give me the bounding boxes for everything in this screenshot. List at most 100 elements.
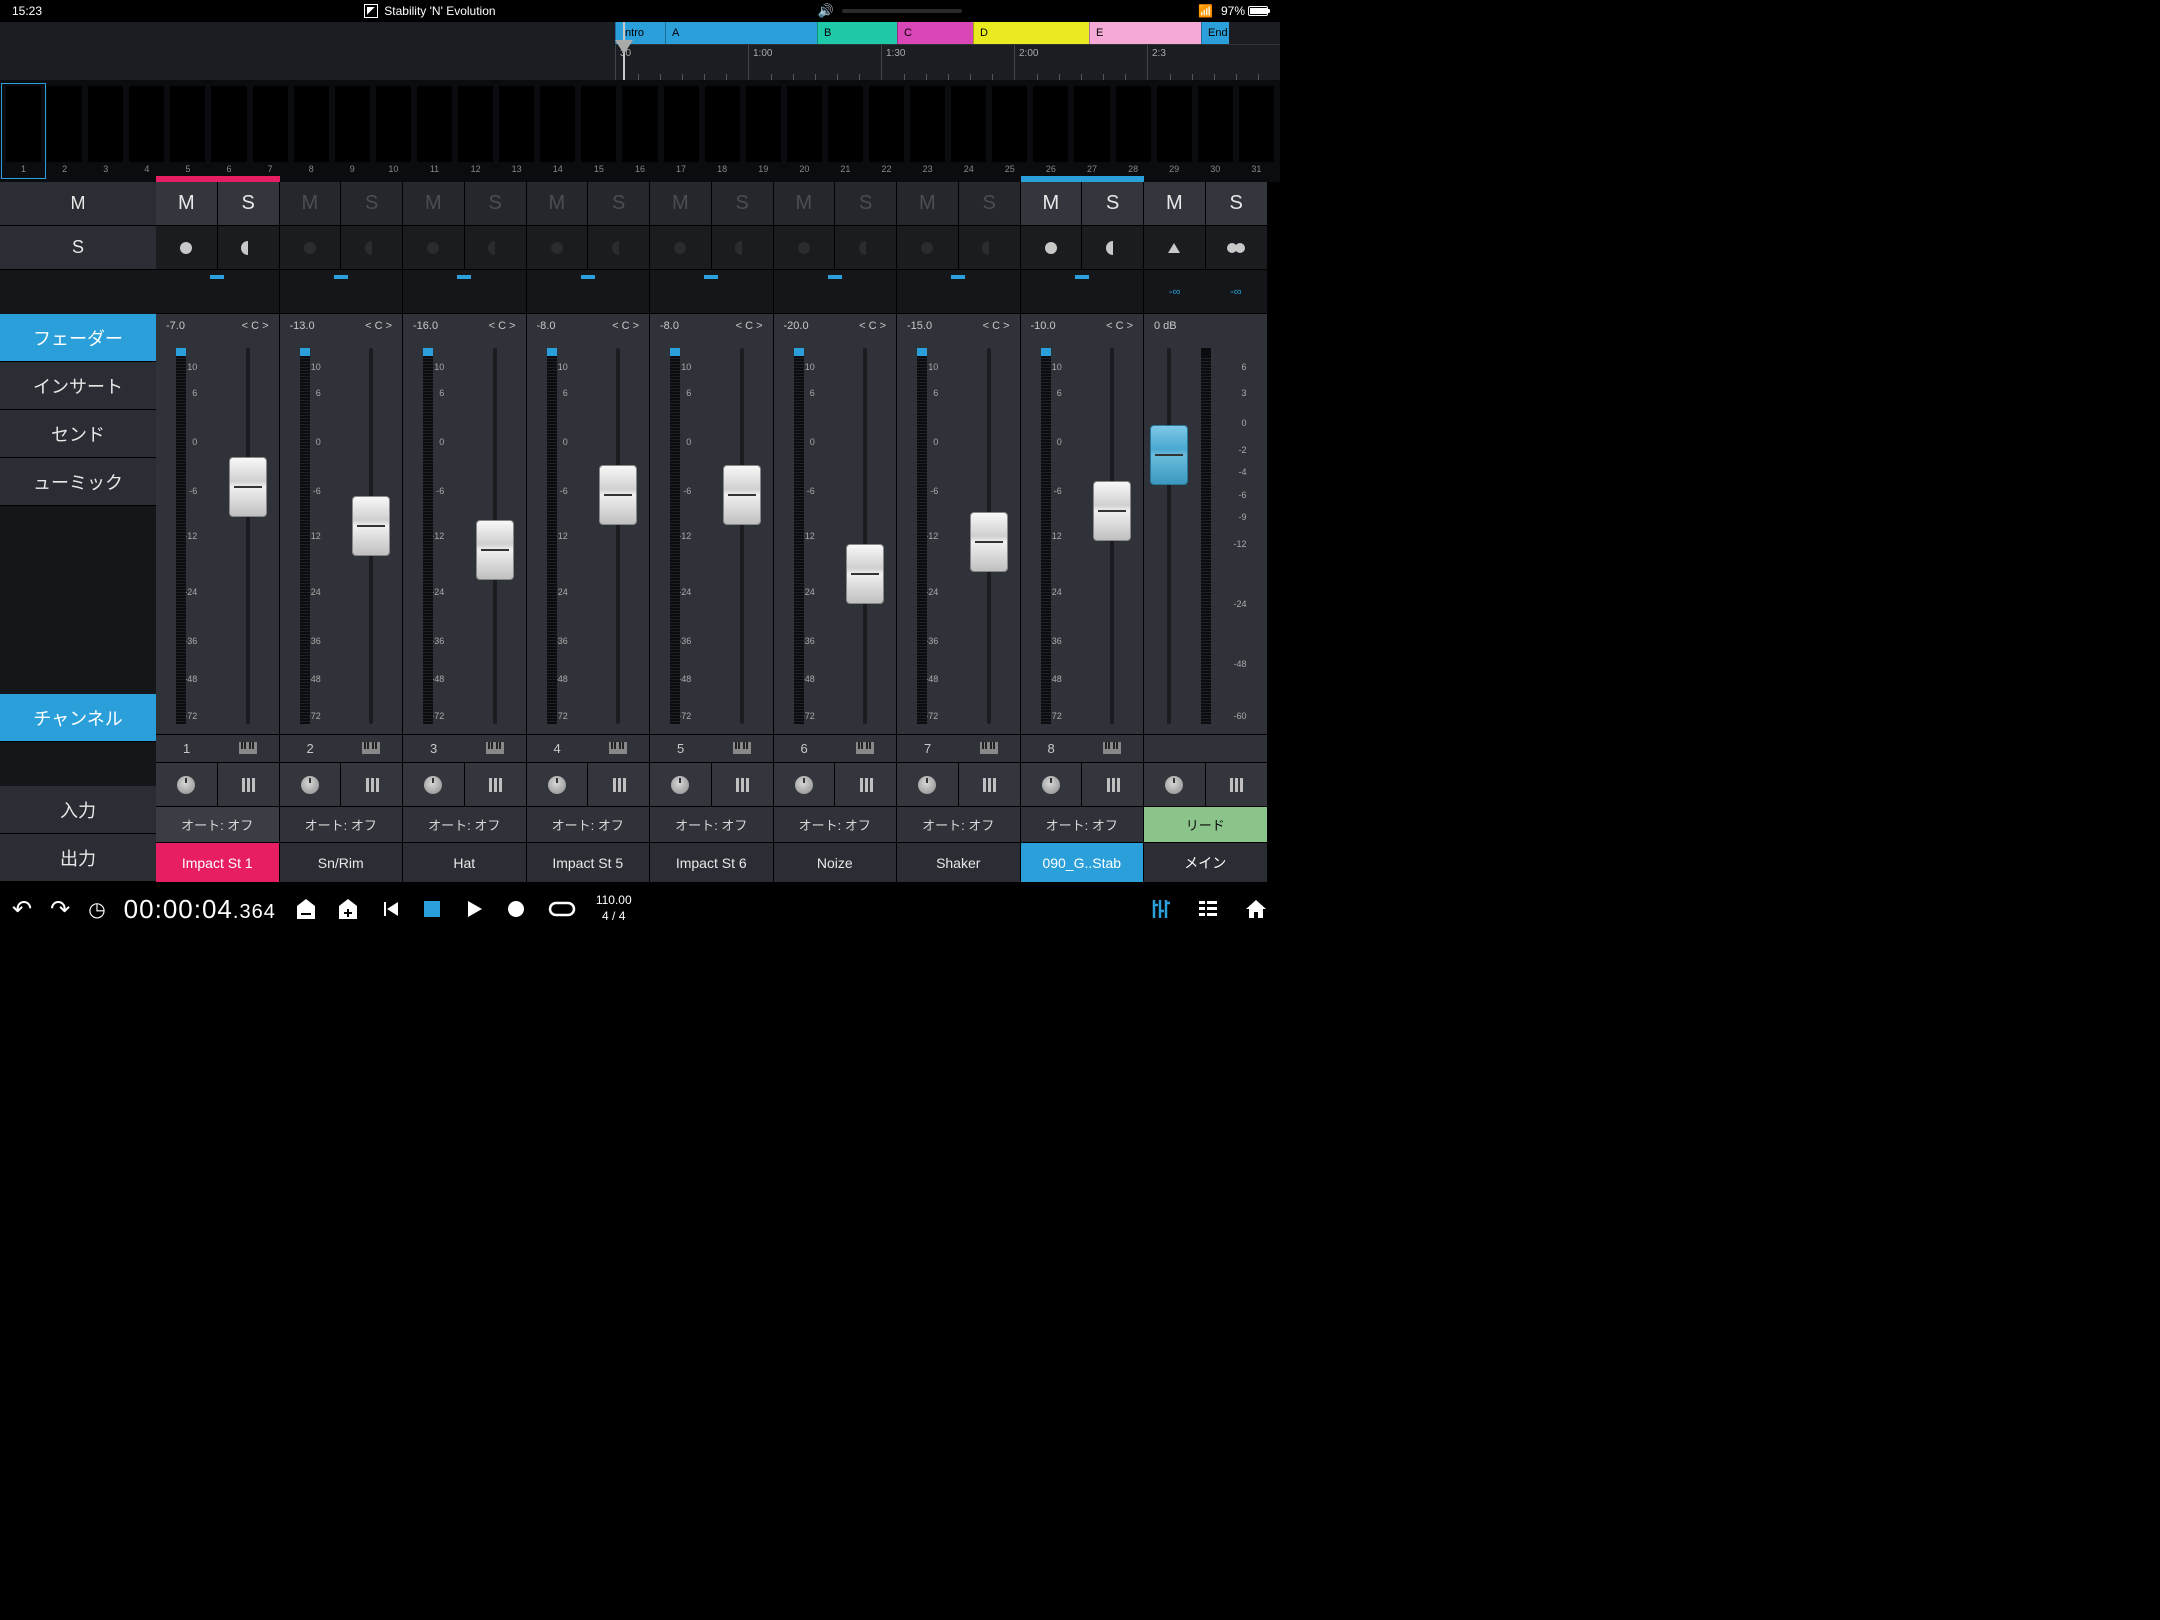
channel-name[interactable]: Sn/Rim [280,842,403,882]
master-gain[interactable]: 0 dB [1148,320,1263,332]
pan-knob[interactable] [650,763,712,806]
instrument-icon[interactable] [1082,741,1143,757]
overview-channel[interactable]: 29 [1155,86,1194,176]
channel-view-button[interactable] [959,763,1020,806]
overview-channel[interactable]: 15 [579,86,618,176]
overview-channel[interactable]: 18 [703,86,742,176]
tab-send[interactable]: センド [0,410,156,458]
mute-button[interactable]: M [774,182,836,225]
channel-view-button[interactable] [1082,763,1143,806]
overview-channel[interactable]: 8 [292,86,331,176]
record-enable-button[interactable] [897,226,959,269]
gain-pan-display[interactable]: -8.0< C > [527,314,650,338]
mute-button[interactable]: M [1144,182,1206,225]
arrangement-section[interactable]: D [973,22,1089,44]
channel-view-button[interactable] [1206,763,1267,806]
monitor-button[interactable] [465,226,526,269]
overview-channel[interactable]: 30 [1196,86,1235,176]
solo-button[interactable]: S [218,182,279,225]
overview-channel[interactable]: 7 [251,86,290,176]
overview-channel[interactable]: 14 [538,86,577,176]
arrangement-section[interactable]: A [665,22,817,44]
gain-pan-display[interactable]: -7.0< C > [156,314,279,338]
channel-name[interactable]: メイン [1144,842,1267,882]
arrangement-section[interactable]: E [1089,22,1201,44]
pan-knob[interactable] [156,763,218,806]
mute-button[interactable]: M [897,182,959,225]
overview-channel[interactable]: 5 [168,86,207,176]
record-button[interactable] [504,897,528,921]
tab-input[interactable]: 入力 [0,786,156,834]
automation-mode[interactable]: リード [1144,806,1267,842]
home-button[interactable] [1244,897,1268,921]
timecode-display[interactable]: 00:00:04.364 [124,894,276,925]
monitor-button[interactable] [218,226,279,269]
solo-button[interactable]: S [1206,182,1267,225]
overview-channel[interactable]: 31 [1237,86,1276,176]
automation-mode[interactable]: オート: オフ [527,806,650,842]
overview-channel[interactable]: 21 [826,86,865,176]
monitor-button[interactable] [712,226,773,269]
undo-button[interactable] [12,895,32,924]
channel-name[interactable]: Shaker [897,842,1020,882]
redo-button[interactable] [50,895,70,924]
fader[interactable] [970,512,1008,572]
record-enable-button[interactable] [774,226,836,269]
gain-pan-display[interactable]: -10.0< C > [1021,314,1144,338]
channel-name[interactable]: Impact St 5 [527,842,650,882]
list-view-button[interactable] [1196,897,1220,921]
overview-channel[interactable]: 28 [1114,86,1153,176]
automation-mode[interactable]: オート: オフ [403,806,526,842]
channel-view-button[interactable] [835,763,896,806]
fader[interactable] [229,457,267,517]
channel-name[interactable]: Impact St 1 [156,842,279,882]
gain-pan-display[interactable]: -20.0< C > [774,314,897,338]
gain-pan-display[interactable]: -8.0< C > [650,314,773,338]
solo-button[interactable]: S [959,182,1020,225]
automation-mode[interactable]: オート: オフ [1021,806,1144,842]
overview-channel[interactable]: 16 [620,86,659,176]
tab-channel[interactable]: チャンネル [0,694,156,742]
stop-button[interactable] [420,897,444,921]
overview-channel[interactable]: 11 [415,86,454,176]
tab-cuemix[interactable]: ューミック [0,458,156,506]
instrument-icon[interactable] [588,741,649,757]
channel-overview[interactable]: 1234567891011121314151617181920212223242… [0,80,1280,176]
pan-knob[interactable] [1144,763,1206,806]
arrangement-section[interactable]: Intro [615,22,665,44]
overview-channel[interactable]: 24 [949,86,988,176]
overview-channel[interactable]: 27 [1072,86,1111,176]
mute-button[interactable]: M [156,182,218,225]
volume-slider[interactable] [842,9,962,13]
channel-name[interactable]: Noize [774,842,897,882]
channel-name[interactable]: 090_G..Stab [1021,842,1144,882]
channel-view-button[interactable] [712,763,773,806]
monitor-button[interactable] [835,226,896,269]
overview-channel[interactable]: 1 [4,86,43,176]
automation-mode[interactable]: オート: オフ [774,806,897,842]
record-enable-button[interactable] [403,226,465,269]
record-enable-button[interactable] [650,226,712,269]
mute-button[interactable]: M [527,182,589,225]
fader[interactable] [352,496,390,556]
tempo-display[interactable]: 110.00 4 / 4 [596,893,632,924]
overview-channel[interactable]: 9 [333,86,372,176]
overview-channel[interactable]: 2 [45,86,84,176]
pan-knob[interactable] [774,763,836,806]
mute-button[interactable]: M [1021,182,1083,225]
mute-button[interactable]: M [403,182,465,225]
overview-channel[interactable]: 17 [662,86,701,176]
solo-button[interactable]: S [712,182,773,225]
arrangement-section[interactable]: C [897,22,973,44]
mixer-view-button[interactable] [1148,897,1172,921]
solo-button[interactable]: S [588,182,649,225]
record-enable-button[interactable] [280,226,342,269]
tab-fader[interactable]: フェーダー [0,314,156,362]
instrument-icon[interactable] [217,741,278,757]
tab-insert[interactable]: インサート [0,362,156,410]
record-enable-button[interactable] [527,226,589,269]
monitor-button[interactable] [341,226,402,269]
pan-knob[interactable] [1021,763,1083,806]
gain-pan-display[interactable]: -15.0< C > [897,314,1020,338]
channel-view-button[interactable] [341,763,402,806]
